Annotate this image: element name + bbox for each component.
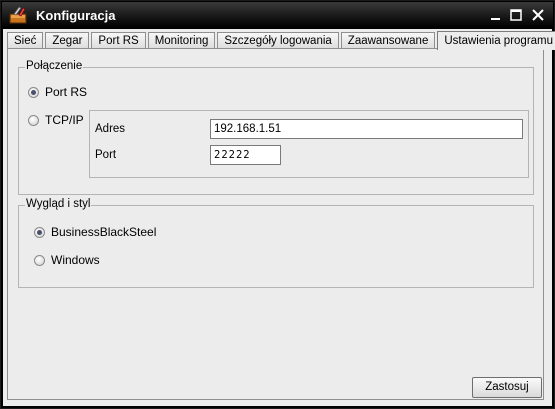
radio-tcp-ip-label: TCP/IP: [45, 113, 84, 127]
tab-panel-program-settings: Połączenie Port RS TCP/IP Adres 192.168.…: [7, 48, 544, 400]
port-input[interactable]: 22222: [210, 145, 281, 165]
port-label: Port: [95, 149, 117, 161]
radio-tcp-ip[interactable]: TCP/IP: [28, 113, 84, 127]
radio-button[interactable]: [28, 114, 39, 126]
tab-siec[interactable]: Sieć: [7, 32, 44, 49]
client-area: Sieć Zegar Port RS Monitoring Szczegóły …: [3, 29, 555, 406]
window-title: Konfiguracja: [36, 8, 116, 23]
close-button[interactable]: [531, 8, 545, 22]
tab-port-rs[interactable]: Port RS: [91, 32, 146, 49]
radio-business-black-steel[interactable]: BusinessBlackSteel: [34, 225, 156, 239]
appearance-legend: Wygląd i styl: [25, 198, 92, 210]
radio-button-checked[interactable]: [28, 86, 39, 98]
minimize-icon: [491, 18, 500, 20]
tab-program-settings[interactable]: Ustawienia programu: [437, 31, 555, 50]
tools-icon: [8, 6, 28, 24]
close-icon: [532, 9, 544, 21]
radio-port-rs-label: Port RS: [45, 85, 88, 99]
tab-monitoring[interactable]: Monitoring: [147, 32, 216, 49]
connection-group: Połączenie Port RS TCP/IP Adres 192.168.…: [18, 60, 534, 195]
radio-button[interactable]: [34, 254, 45, 266]
maximize-button[interactable]: [509, 8, 523, 22]
tcp-settings-box: Adres 192.168.1.51 Port 22222: [89, 110, 529, 178]
radio-windows[interactable]: Windows: [34, 253, 100, 267]
minimize-button[interactable]: [489, 8, 503, 22]
address-input[interactable]: 192.168.1.51: [210, 119, 523, 139]
config-window: Konfiguracja Sieć Zegar Port RS Monitori…: [0, 0, 555, 409]
connection-legend: Połączenie: [25, 60, 84, 72]
apply-button[interactable]: Zastosuj: [472, 377, 542, 398]
tab-login-details[interactable]: Szczegóły logowania: [217, 32, 339, 49]
tab-zegar[interactable]: Zegar: [45, 32, 90, 49]
tab-strip: Sieć Zegar Port RS Monitoring Szczegóły …: [7, 31, 555, 50]
appearance-group: Wygląd i styl BusinessBlackSteel Windows: [18, 198, 534, 288]
radio-windows-label: Windows: [51, 253, 100, 267]
radio-button-checked[interactable]: [34, 226, 45, 238]
tab-advanced[interactable]: Zaawansowane: [340, 32, 436, 49]
radio-business-black-steel-label: BusinessBlackSteel: [51, 225, 157, 239]
title-bar[interactable]: Konfiguracja: [2, 2, 553, 29]
radio-port-rs[interactable]: Port RS: [28, 85, 87, 99]
address-label: Adres: [95, 123, 126, 135]
